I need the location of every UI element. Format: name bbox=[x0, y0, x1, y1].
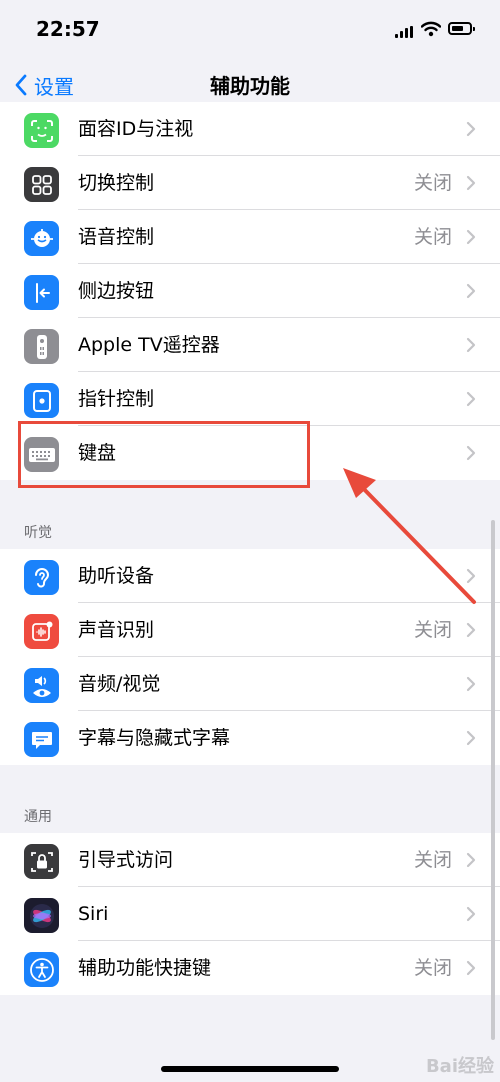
home-indicator[interactable] bbox=[161, 1066, 339, 1072]
scrollbar[interactable] bbox=[491, 520, 495, 1040]
watermark: Bai经验 bbox=[425, 1056, 494, 1077]
annotation-arrow-icon bbox=[343, 468, 476, 604]
